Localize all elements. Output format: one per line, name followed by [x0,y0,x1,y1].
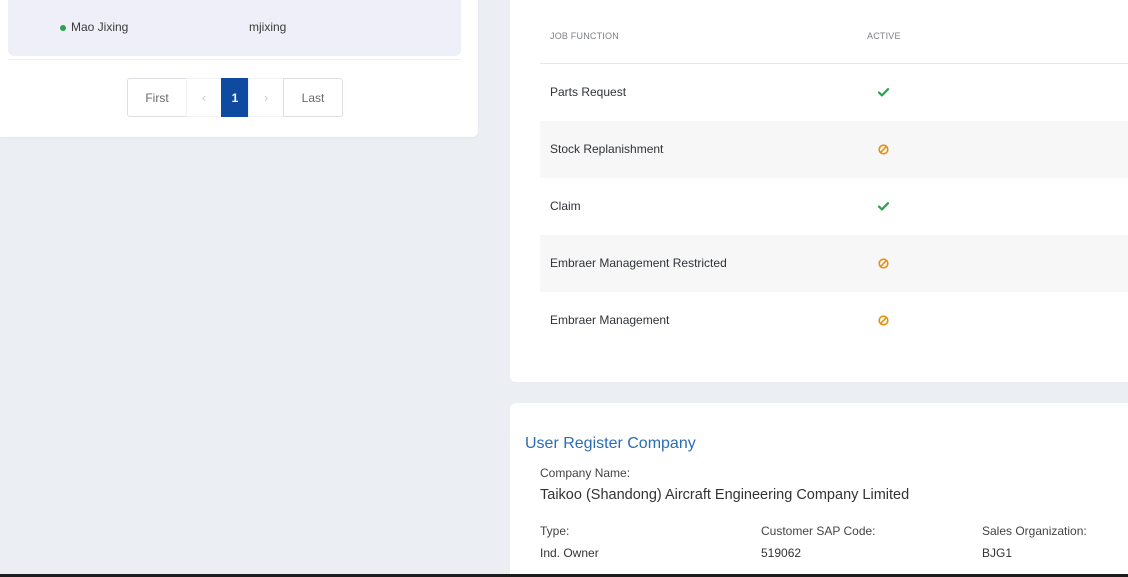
user-list-row[interactable]: Mao Jixing mjixing [8,0,461,56]
pagination-first-button[interactable]: First [127,78,187,117]
company-name-value: Taikoo (Shandong) Aircraft Engineering C… [540,487,910,503]
column-header-job-function: JOB FUNCTION [550,31,619,41]
type-label: Type: [540,524,570,538]
user-name: Mao Jixing [71,20,129,34]
job-functions-card: JOB FUNCTION ACTIVE Parts Request Stock … [510,0,1128,382]
table-row[interactable]: Embraer Management [540,292,1128,349]
ban-icon [876,256,890,270]
user-login: mjixing [249,20,287,34]
user-register-company-card: User Register Company Company Name: Taik… [510,403,1128,577]
online-status-dot [60,25,66,31]
ban-icon [876,142,890,156]
check-icon [876,85,890,99]
table-row[interactable]: Stock Replanishment [540,121,1128,178]
job-function-name: Claim [550,199,581,213]
pagination-next-button[interactable]: › [248,78,284,117]
job-function-name: Stock Replanishment [550,142,664,156]
pagination-prev-button[interactable]: ‹ [186,78,222,117]
job-function-name: Embraer Management Restricted [550,256,727,270]
check-icon [876,199,890,213]
table-header: JOB FUNCTION ACTIVE [540,0,1128,64]
job-function-name: Embraer Management [550,313,670,327]
job-function-name: Parts Request [550,85,627,99]
section-title: User Register Company [525,435,696,452]
type-value: Ind. Owner [540,546,599,560]
table-row[interactable]: Claim [540,178,1128,235]
column-header-active: ACTIVE [867,31,901,41]
pagination-page-1[interactable]: 1 [221,78,249,117]
table-row[interactable]: Embraer Management Restricted [540,235,1128,292]
divider [8,59,461,60]
sap-code-label: Customer SAP Code: [761,524,876,538]
pagination-last-button[interactable]: Last [283,78,343,117]
pagination: First ‹ 1 › Last [127,78,343,117]
sap-code-value: 519062 [761,546,802,560]
table-row[interactable]: Parts Request [540,64,1128,121]
user-list-card: Mao Jixing mjixing First ‹ 1 › Last [0,0,478,137]
ban-icon [876,313,890,327]
sales-organization-value: BJG1 [982,546,1013,560]
sales-organization-label: Sales Organization: [982,524,1087,538]
company-name-label: Company Name: [540,466,631,480]
